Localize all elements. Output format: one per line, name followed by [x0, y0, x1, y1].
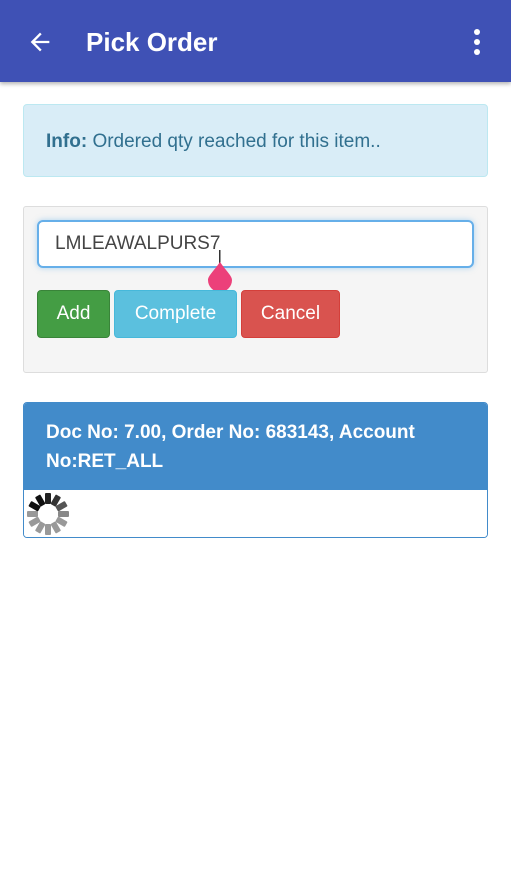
- info-message: Ordered qty reached for this item..: [92, 131, 381, 152]
- more-vertical-icon: [474, 29, 480, 55]
- barcode-input[interactable]: [37, 220, 474, 268]
- back-button[interactable]: [20, 22, 60, 62]
- text-cursor-handle-icon[interactable]: [207, 250, 233, 290]
- document-card: Doc No: 7.00, Order No: 683143, Account …: [23, 402, 488, 538]
- spinner-icon: [27, 493, 69, 535]
- arrow-left-icon: [30, 32, 50, 52]
- info-alert: Info: Ordered qty reached for this item.…: [23, 104, 488, 177]
- overflow-menu-button[interactable]: [461, 22, 493, 62]
- page-title: Pick Order: [86, 27, 218, 57]
- info-label: Info:: [46, 131, 88, 152]
- complete-button[interactable]: Complete: [114, 290, 237, 338]
- app-bar: Pick Order: [0, 0, 511, 82]
- scan-panel: Add Complete Cancel: [23, 206, 488, 373]
- document-body: [24, 490, 487, 537]
- add-button[interactable]: Add: [37, 290, 110, 338]
- document-header: Doc No: 7.00, Order No: 683143, Account …: [24, 403, 487, 490]
- cancel-button[interactable]: Cancel: [241, 290, 340, 338]
